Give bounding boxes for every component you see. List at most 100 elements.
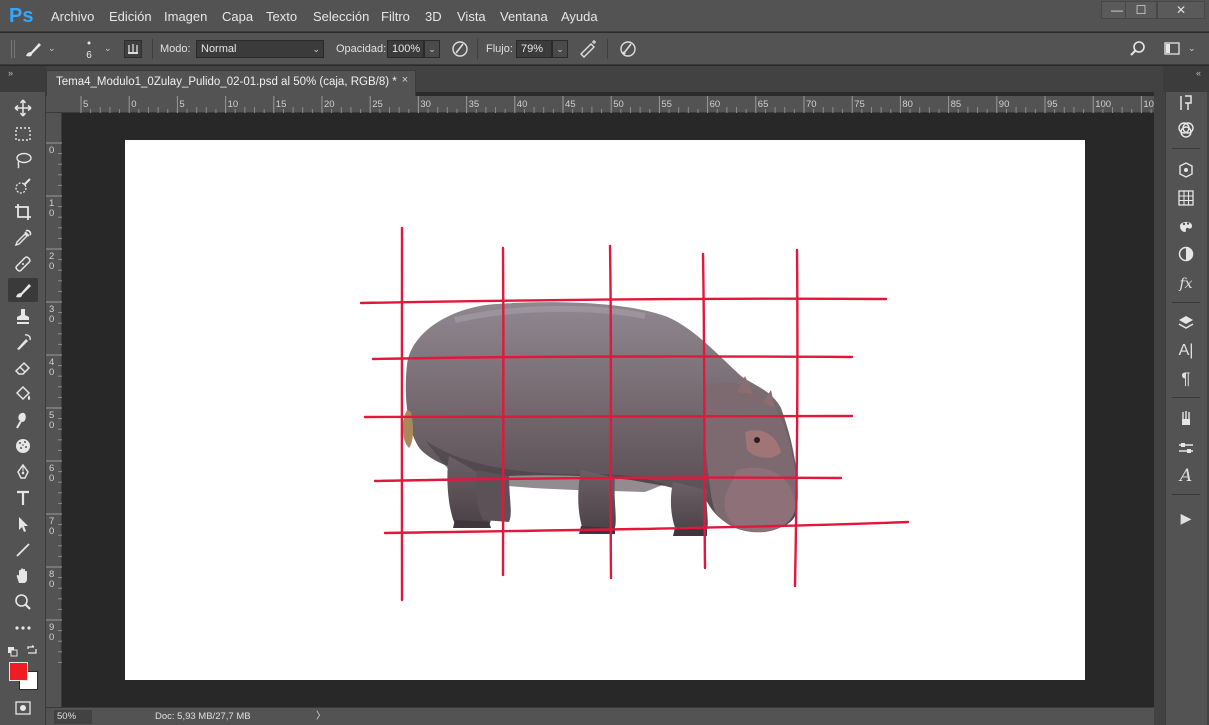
- fx-icon[interactable]: fx: [1172, 272, 1200, 296]
- paragraph-icon[interactable]: ¶: [1172, 367, 1200, 391]
- ruler-label: 0: [49, 145, 54, 156]
- paint-bucket-tool-icon[interactable]: [8, 382, 38, 406]
- actions-icon[interactable]: ▶: [1172, 506, 1200, 530]
- ruler-label: 85: [951, 99, 962, 110]
- color-icon[interactable]: [1172, 118, 1200, 142]
- quick-selection-tool-icon[interactable]: [8, 174, 38, 198]
- ruler-label: 105: [1143, 99, 1154, 110]
- libraries-icon[interactable]: [1172, 158, 1200, 182]
- ruler-label: 80: [902, 99, 913, 110]
- ruler-label: 0: [49, 367, 54, 378]
- ruler-label: 15: [276, 99, 287, 110]
- marquee-tool-icon[interactable]: [8, 122, 38, 146]
- swap-colors-icon[interactable]: [26, 645, 38, 657]
- document-canvas[interactable]: [125, 140, 1085, 680]
- swatches-icon[interactable]: [1172, 186, 1200, 210]
- zoom-tool-icon[interactable]: [8, 590, 38, 614]
- close-button[interactable]: ✕: [1157, 1, 1205, 19]
- options-grip-icon: [10, 38, 20, 60]
- menu-vista[interactable]: Vista: [457, 0, 486, 32]
- ruler-label: 35: [469, 99, 480, 110]
- opacity-slider-chevron-icon[interactable]: ⌄: [424, 40, 440, 58]
- collapse-toolbar-icon[interactable]: »: [8, 68, 13, 78]
- brush-presets-icon[interactable]: [1172, 406, 1200, 430]
- line-tool-icon[interactable]: [8, 538, 38, 562]
- brush-size-picker[interactable]: 6: [80, 38, 98, 64]
- menu-ventana[interactable]: Ventana: [500, 0, 548, 32]
- styles-icon[interactable]: [1172, 214, 1200, 238]
- opacity-input[interactable]: 100%: [387, 40, 424, 58]
- preset-chevron-down-icon[interactable]: ⌄: [48, 43, 58, 53]
- dodge-tool-icon[interactable]: [8, 408, 38, 432]
- menu-imagen[interactable]: Imagen: [164, 0, 207, 32]
- move-tool-icon[interactable]: [8, 96, 38, 120]
- ruler-label: 75: [854, 99, 865, 110]
- pressure-size-icon[interactable]: [618, 39, 638, 59]
- tab-close-icon[interactable]: ×: [398, 73, 412, 87]
- panel-dock-header: «: [1163, 66, 1209, 92]
- grid-stroke: [363, 414, 854, 419]
- menu-ayuda[interactable]: Ayuda: [561, 0, 598, 32]
- path-selection-tool-icon[interactable]: [8, 512, 38, 536]
- grid-stroke: [359, 297, 888, 305]
- brush-chevron-down-icon[interactable]: ⌄: [104, 43, 114, 53]
- ruler-label: 70: [806, 99, 817, 110]
- flow-input[interactable]: 79%: [516, 40, 552, 58]
- mode-select[interactable]: Normal ⌄: [196, 40, 324, 58]
- clone-stamp-tool-icon[interactable]: [8, 304, 38, 328]
- opacity-label: Opacidad:: [336, 43, 387, 55]
- glyphs-icon[interactable]: A: [1172, 464, 1200, 488]
- menu-seleccion[interactable]: Selección: [313, 0, 369, 32]
- lasso-tool-icon[interactable]: [8, 148, 38, 172]
- eyedropper-tool-icon[interactable]: [8, 226, 38, 250]
- default-colors-icon[interactable]: [7, 646, 19, 658]
- maximize-button[interactable]: ☐: [1125, 1, 1157, 19]
- document-tab[interactable]: Tema4_Modulo1_0Zulay_Pulido_02-01.psd al…: [46, 70, 416, 96]
- mode-value: Normal: [201, 43, 237, 55]
- ruler-label: 0: [49, 526, 54, 537]
- status-menu-arrow-icon[interactable]: 〉: [316, 710, 326, 724]
- ruler-label: 90: [999, 99, 1010, 110]
- pen-tool-icon[interactable]: [8, 460, 38, 484]
- airbrush-icon[interactable]: [578, 39, 600, 59]
- expand-panels-icon[interactable]: «: [1196, 68, 1201, 78]
- character-icon[interactable]: A|: [1172, 339, 1200, 363]
- foreground-color-swatch[interactable]: [9, 662, 28, 681]
- options-separator: [152, 39, 153, 59]
- brush-tool-icon[interactable]: [8, 278, 38, 302]
- hand-tool-icon[interactable]: [8, 564, 38, 588]
- workspace-icon[interactable]: [1163, 41, 1183, 57]
- grid-stroke: [701, 252, 707, 570]
- pressure-opacity-icon[interactable]: [450, 39, 470, 59]
- menu-filtro[interactable]: Filtro: [381, 0, 410, 32]
- more-tools-icon[interactable]: [8, 616, 38, 640]
- quick-mask-icon[interactable]: [14, 700, 32, 716]
- history-brush-tool-icon[interactable]: [8, 330, 38, 354]
- menu-edicion[interactable]: Edición: [109, 0, 152, 32]
- menu-3d[interactable]: 3D: [425, 0, 442, 32]
- crop-tool-icon[interactable]: [8, 200, 38, 224]
- search-icon[interactable]: [1128, 39, 1148, 59]
- layers-icon[interactable]: [1172, 311, 1200, 335]
- flow-slider-chevron-icon[interactable]: ⌄: [552, 40, 568, 58]
- menu-capa[interactable]: Capa: [222, 0, 253, 32]
- healing-brush-tool-icon[interactable]: [8, 252, 38, 276]
- history-icon[interactable]: [1172, 91, 1200, 115]
- brush-tool-preset-icon[interactable]: [22, 39, 44, 59]
- adjustments-icon[interactable]: [1172, 242, 1200, 266]
- menu-archivo[interactable]: Archivo: [51, 0, 94, 32]
- workspace-chevron-down-icon[interactable]: ⌄: [1188, 43, 1198, 53]
- sponge-tool-icon[interactable]: [8, 434, 38, 458]
- grid-stroke: [373, 476, 843, 483]
- brush-panel-toggle-icon[interactable]: [124, 40, 142, 58]
- eraser-tool-icon[interactable]: [8, 356, 38, 380]
- menu-texto[interactable]: Texto: [266, 0, 297, 32]
- grid-stroke: [371, 355, 854, 361]
- horizontal-ruler: 5 0 5 10 15 20 25 30 35 40 45 50 55 60 65 70 75 80 85 90 95 1…: [46, 96, 1154, 113]
- tool-presets-icon[interactable]: [1172, 436, 1200, 460]
- zoom-level-field[interactable]: 50%: [54, 710, 92, 724]
- mode-chevron-down-icon: ⌄: [312, 44, 320, 54]
- type-tool-icon[interactable]: [8, 486, 38, 510]
- panel-separator: [1172, 397, 1200, 398]
- status-bar: 50% Doc: 5,93 MB/27,7 MB 〉: [46, 707, 1154, 725]
